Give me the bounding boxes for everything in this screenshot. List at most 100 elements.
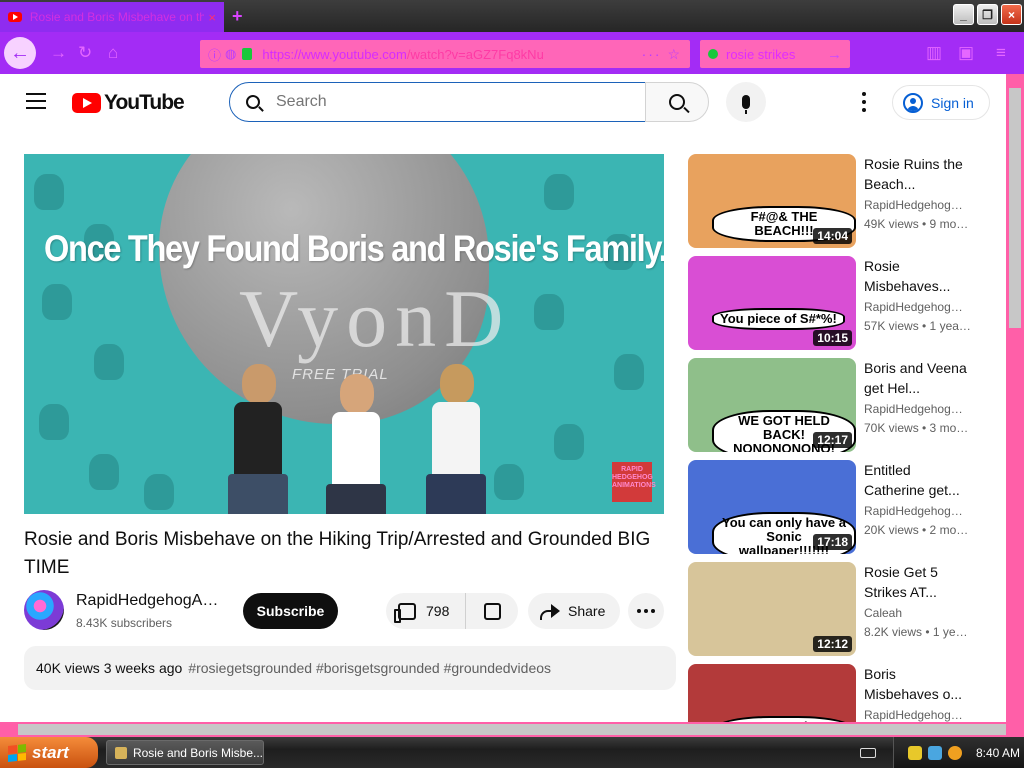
url-text[interactable]: https://www.youtube.com/watch?v=aGZ7Fq8k… [262,47,543,62]
video-duration: 12:17 [813,432,852,448]
browser-search-text[interactable]: rosie strikes [726,47,795,62]
recommended-video-channel[interactable]: RapidHedgehogAnimations [864,198,964,212]
video-overlay-title: Once They Found Boris and Rosie's Family… [44,228,664,269]
recommended-video-channel[interactable]: RapidHedgehogAnimations [864,300,964,314]
more-actions-button[interactable] [628,593,664,629]
youtube-play-icon [72,93,101,113]
youtube-logo[interactable]: YouTube [72,91,185,115]
hamburger-menu-icon[interactable] [26,93,46,109]
like-dislike-group: 798 [386,593,518,629]
recommended-video-meta: 20K views • 2 months ago [864,523,974,537]
recommended-video-title[interactable]: Entitled Catherine get... [864,460,974,500]
browser-window-icon [115,746,127,759]
tracking-shield-icon[interactable]: ◍ [225,46,236,62]
back-button[interactable]: ← [4,37,36,69]
recommended-video-channel[interactable]: Caleah [864,606,964,620]
window-controls: _ ❐ × [953,4,1022,25]
search-go-icon[interactable]: → [827,46,842,63]
video-title: Rosie and Boris Misbehave on the Hiking … [24,529,651,578]
forward-icon[interactable]: → [50,43,67,63]
browser-titlebar: Rosie and Boris Misbehave on the Hiking.… [0,0,1024,32]
search-tray-icon[interactable] [948,745,962,760]
maximize-button[interactable]: ❐ [977,4,998,25]
menu-icon[interactable]: ≡ [996,43,1006,63]
lock-icon [242,48,253,60]
description-box[interactable]: 40K views 3 weeks ago #rosiegetsgrounded… [24,646,676,690]
library-icon[interactable]: ▥ [926,43,942,63]
video-duration: 14:04 [813,228,852,244]
recommended-video-title[interactable]: Rosie Misbehaves... [864,256,974,296]
sign-in-label: Sign in [931,94,974,111]
share-button[interactable]: Share [528,593,620,629]
video-thumbnail[interactable]: Waaaaaaa! Give me 9,471 pizzas now! [688,664,856,722]
windows-flag-icon [8,743,26,762]
security-shield-icon[interactable] [908,745,922,760]
page-actions-icon[interactable]: ··· ☆ [642,46,682,63]
info-icon[interactable]: ⓘ [208,45,221,64]
recommended-video-title[interactable]: Boris and Veena get Hel... [864,358,974,398]
video-thumbnail[interactable]: F#@& THE BEACH!!! 14:04 [688,154,856,248]
thumbs-down-icon [483,602,501,620]
start-button[interactable]: start [0,737,98,768]
channel-corner-badge: RAPID HEDGEHOG ANIMATIONS [612,462,656,502]
sign-in-button[interactable]: Sign in [892,85,990,120]
home-icon[interactable]: ⌂ [108,43,118,63]
recommended-video[interactable]: You piece of S#*%! 10:15 Rosie Misbehaves.… [688,256,998,350]
video-player[interactable]: VyonD FREE TRIAL Once They Found Boris a… [24,154,664,514]
recommended-video[interactable]: WE GOT HELD BACK! NONONONONO! 12:17 Boris … [688,358,998,452]
recommended-video-channel[interactable]: RapidHedgehogAnimations [864,402,964,416]
keyboard-icon[interactable] [860,748,876,758]
url-domain: https://www.youtube.com [262,46,407,62]
recommended-video-meta: 57K views • 1 year ago [864,319,974,333]
recommended-video-title[interactable]: Rosie Ruins the Beach... [864,154,974,194]
network-icon[interactable] [928,745,942,760]
channel-name[interactable]: RapidHedgehogAnimations [76,592,221,610]
vertical-scrollbar[interactable] [1006,74,1024,722]
video-duration: 17:18 [813,534,852,550]
recommended-video-channel[interactable]: RapidHedgehogAnimations [864,708,964,722]
video-thumbnail[interactable]: You can only have a Sonic wallpaper!!!!!… [688,460,856,554]
dislike-button[interactable] [466,602,518,620]
search-placeholder: Search [276,93,327,110]
reload-icon[interactable]: ↻ [78,43,92,63]
hashtags[interactable]: #rosiegetsgrounded #borisgetsgrounded #g… [188,660,551,676]
recommended-video-title[interactable]: Rosie Get 5 Strikes AT... [864,562,974,602]
url-path: /watch?v=aGZ7Fq8kNu [406,46,544,62]
video-thumbnail[interactable]: You piece of S#*%! 10:15 [688,256,856,350]
recommended-video[interactable]: Waaaaaaa! Give me 9,471 pizzas now!Boris… [688,664,998,722]
url-bar[interactable]: ⓘ ◍ https://www.youtube.com/watch?v=aGZ7… [200,40,690,68]
recommended-video[interactable]: F#@& THE BEACH!!! 14:04 Rosie Ruins the Be… [688,154,998,248]
views-and-date: 40K views 3 weeks ago [36,660,183,676]
subscribe-button[interactable]: Subscribe [243,593,338,629]
recommended-video-channel[interactable]: RapidHedgehogAnimations [864,504,964,518]
subscriber-count: 8.43K subscribers [76,616,173,630]
like-count: 798 [426,603,450,619]
browser-tab[interactable]: Rosie and Boris Misbehave on the Hiking.… [0,2,224,32]
search-input[interactable]: Search [229,82,646,122]
search-icon [246,95,260,109]
clock: 8:40 AM [976,745,1021,760]
voice-search-button[interactable] [726,82,766,122]
tab-title: Rosie and Boris Misbehave on the Hiking.… [29,10,205,24]
channel-avatar[interactable] [24,590,64,630]
like-button[interactable]: 798 [386,593,466,629]
search-engine-icon [708,49,718,59]
thumbs-up-icon [394,602,416,623]
settings-menu-icon[interactable] [858,92,870,112]
close-window-button[interactable]: × [1001,4,1022,25]
account-icon [903,92,923,113]
recommended-video[interactable]: 12:12 Rosie Get 5 Strikes AT... Caleah 8.2K… [688,562,998,656]
recommended-video[interactable]: You can only have a Sonic wallpaper!!!!!… [688,460,998,554]
video-thumbnail[interactable]: 12:12 [688,562,856,656]
sidebar-toggle-icon[interactable]: ▣ [958,43,974,63]
search-button[interactable] [645,82,709,122]
new-tab-button[interactable]: + [232,6,243,27]
taskbar-window-item[interactable]: Rosie and Boris Misbe... [106,740,264,765]
tab-close-button[interactable]: × [208,10,216,25]
recommended-video-title[interactable]: Boris Misbehaves o... [864,664,974,704]
video-thumbnail[interactable]: WE GOT HELD BACK! NONONONONO! 12:17 [688,358,856,452]
vyond-watermark: VyonD [239,273,512,364]
browser-search-bar[interactable]: rosie strikes → [700,40,850,68]
minimize-button[interactable]: _ [953,4,974,25]
horizontal-scrollbar[interactable] [0,722,1024,737]
